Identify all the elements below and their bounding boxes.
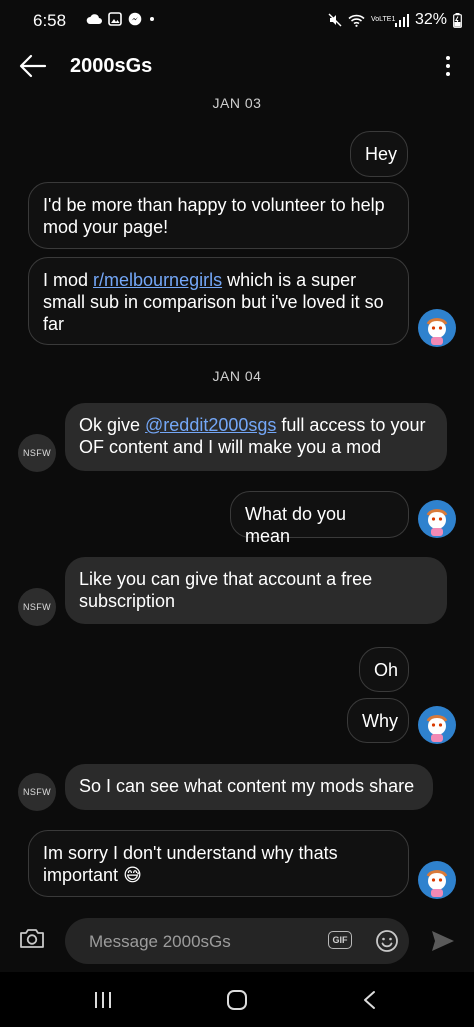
overflow-menu-icon[interactable]: [442, 54, 454, 78]
date-separator: JAN 04: [212, 368, 262, 384]
message-text-prefix: I mod: [43, 270, 94, 290]
mention-link[interactable]: @reddit2000sgs: [145, 415, 276, 435]
camera-icon[interactable]: [18, 926, 46, 950]
user-avatar[interactable]: [418, 309, 456, 347]
gif-button[interactable]: GIF: [328, 931, 352, 949]
battery-charging-icon: [453, 12, 462, 28]
back-arrow-icon[interactable]: [18, 52, 48, 80]
mute-icon: [328, 13, 342, 27]
avatar-label: NSFW: [22, 602, 52, 612]
network-label: VoLTE1: [370, 16, 396, 23]
snoo-avatar-icon: [426, 870, 448, 897]
received-message-bubble[interactable]: Ok give @reddit2000sgs full access to yo…: [65, 403, 447, 471]
message-input[interactable]: [87, 928, 301, 956]
message-text: I'd be more than happy to volunteer to h…: [43, 195, 385, 237]
system-navigation-bar: [0, 972, 474, 1027]
subreddit-link[interactable]: r/melbournegirls: [93, 270, 222, 290]
signal-icon: [394, 13, 409, 27]
app-bar: 2000sGs: [0, 40, 474, 92]
recents-icon[interactable]: [92, 990, 114, 1010]
sent-message-bubble[interactable]: Why: [347, 698, 409, 743]
nav-back-icon[interactable]: [362, 990, 376, 1010]
received-message-bubble[interactable]: So I can see what content my mods share: [65, 764, 433, 810]
received-message-bubble[interactable]: Like you can give that account a free su…: [65, 557, 447, 624]
message-text: What do you mean: [245, 504, 347, 546]
sweat-smile-emoji: 😅: [123, 865, 142, 885]
send-icon[interactable]: [430, 929, 456, 953]
snoo-avatar-icon: [426, 509, 448, 536]
sender-avatar[interactable]: NSFW: [18, 434, 56, 472]
conversation-title: 2000sGs: [70, 55, 153, 77]
status-right: VoLTE1 32%: [328, 11, 462, 29]
sent-message-bubble[interactable]: Im sorry I don't understand why thats im…: [28, 830, 409, 897]
gallery-icon: [108, 12, 122, 26]
avatar-label: NSFW: [22, 448, 52, 458]
message-text-prefix: Ok give: [79, 415, 146, 435]
message-text: So I can see what content my mods share: [79, 776, 415, 796]
sent-message-bubble[interactable]: I mod r/melbournegirls which is a super …: [28, 257, 409, 345]
messenger-icon: [128, 12, 142, 26]
user-avatar[interactable]: [418, 861, 456, 899]
battery-percent: 32%: [414, 11, 447, 28]
status-bar: 6:58 VoLTE1 32%: [0, 0, 474, 40]
date-separator: JAN 03: [212, 95, 262, 111]
notification-icons: [86, 12, 154, 26]
wifi-icon: [348, 14, 365, 27]
sender-avatar[interactable]: NSFW: [18, 588, 56, 626]
message-text: Oh: [374, 660, 399, 680]
more-notifications-dot: [150, 17, 154, 21]
message-text: Like you can give that account a free su…: [79, 569, 373, 611]
gif-label: GIF: [332, 935, 348, 945]
sent-message-bubble[interactable]: Oh: [359, 647, 409, 692]
message-text: Im sorry I don't understand why thats im…: [43, 843, 338, 885]
sent-message-bubble[interactable]: Hey: [350, 131, 408, 177]
sent-message-bubble[interactable]: I'd be more than happy to volunteer to h…: [28, 182, 409, 249]
status-time: 6:58: [33, 11, 67, 30]
home-icon[interactable]: [226, 989, 248, 1011]
cloud-icon: [86, 14, 102, 24]
user-avatar[interactable]: [418, 706, 456, 744]
sender-avatar[interactable]: NSFW: [18, 773, 56, 811]
snoo-avatar-icon: [426, 715, 448, 742]
message-text: Why: [362, 711, 398, 731]
avatar-label: NSFW: [22, 787, 52, 797]
snoo-avatar-icon: [426, 318, 448, 345]
message-composer: GIF: [0, 912, 474, 968]
sent-message-bubble[interactable]: What do you mean: [230, 491, 409, 546]
emoji-icon[interactable]: [375, 929, 399, 953]
message-field: GIF: [65, 918, 409, 964]
user-avatar[interactable]: [418, 500, 456, 538]
message-text: Hey: [365, 144, 398, 164]
